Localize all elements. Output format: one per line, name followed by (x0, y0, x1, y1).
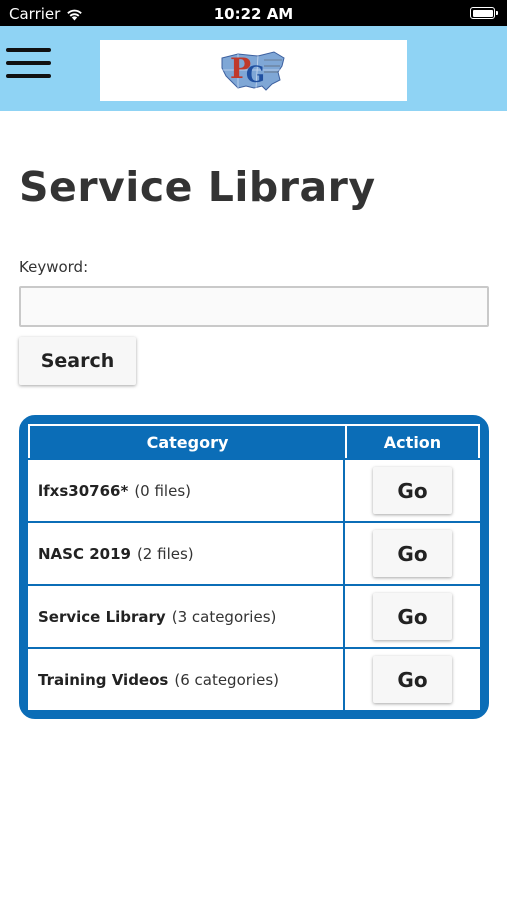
table-row: Service Library (3 categories) Go (28, 584, 480, 647)
go-button[interactable]: Go (373, 530, 452, 577)
action-cell: Go (345, 460, 480, 521)
action-cell: Go (345, 649, 480, 710)
go-button[interactable]: Go (373, 656, 452, 703)
action-cell: Go (345, 523, 480, 584)
status-time: 10:22 AM (213, 5, 294, 23)
keyword-label: Keyword: (19, 258, 89, 276)
table-header: Category Action (28, 424, 480, 458)
category-count: (0 files) (134, 481, 191, 500)
status-bar: Carrier 10:22 AM (0, 0, 507, 26)
category-cell: NASC 2019 (2 files) (28, 523, 345, 584)
category-count: (3 categories) (171, 607, 277, 626)
page-title: Service Library (19, 163, 376, 211)
search-button[interactable]: Search (19, 337, 136, 385)
category-cell: Service Library (3 categories) (28, 586, 345, 647)
battery-icon (470, 7, 498, 19)
keyword-input[interactable] (19, 286, 489, 327)
table-row: Training Videos (6 categories) Go (28, 647, 480, 710)
category-name: lfxs30766* (38, 481, 129, 500)
table-row: NASC 2019 (2 files) Go (28, 521, 480, 584)
table-row: lfxs30766* (0 files) Go (28, 458, 480, 521)
action-cell: Go (345, 586, 480, 647)
go-button[interactable]: Go (373, 593, 452, 640)
hamburger-menu-icon[interactable] (6, 45, 51, 81)
column-header-category: Category (30, 426, 347, 458)
svg-text:G: G (246, 62, 265, 88)
category-name: Service Library (38, 607, 166, 626)
category-cell: Training Videos (6 categories) (28, 649, 345, 710)
category-name: NASC 2019 (38, 544, 131, 563)
usa-map-logo-icon: P G (221, 50, 285, 91)
app-header: P G (0, 26, 507, 111)
category-cell: lfxs30766* (0 files) (28, 460, 345, 521)
go-button[interactable]: Go (373, 467, 452, 514)
category-name: Training Videos (38, 670, 169, 689)
category-table: Category Action lfxs30766* (0 files) Go … (19, 415, 489, 719)
category-count: (6 categories) (174, 670, 279, 689)
category-count: (2 files) (136, 544, 194, 563)
column-header-action: Action (383, 432, 442, 452)
logo[interactable]: P G (100, 40, 407, 101)
